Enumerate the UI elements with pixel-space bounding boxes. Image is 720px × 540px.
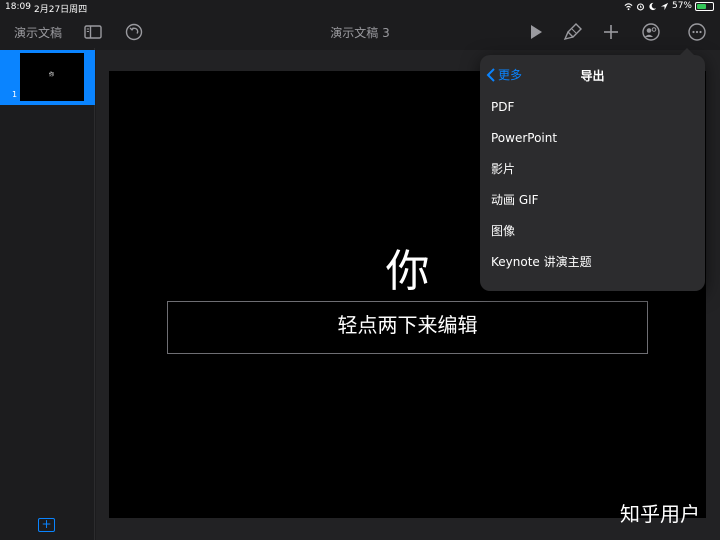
status-icons: 57%	[624, 1, 714, 11]
wifi-icon	[624, 2, 633, 10]
slide-thumbnail[interactable]: 你	[20, 53, 84, 101]
export-powerpoint[interactable]: PowerPoint	[480, 122, 705, 153]
status-time: 18:09	[5, 2, 31, 12]
undo-icon[interactable]	[124, 22, 144, 42]
location-icon	[660, 2, 669, 10]
add-icon[interactable]	[601, 22, 621, 42]
add-slide-button[interactable]: +	[38, 518, 55, 532]
format-brush-icon[interactable]	[563, 22, 583, 42]
alarm-icon	[636, 2, 644, 10]
slide-number: 1	[12, 90, 18, 99]
battery-icon	[695, 1, 714, 11]
battery-percent: 57%	[671, 1, 692, 11]
export-popover: 更多 导出 PDF PowerPoint 影片 动画 GIF 图像 Keynot…	[480, 48, 705, 291]
export-pdf[interactable]: PDF	[480, 91, 705, 122]
toolbar: 演示文稿 演示文稿 3	[0, 14, 720, 50]
export-images[interactable]: 图像	[480, 215, 705, 246]
watermark: 知乎用户	[620, 502, 700, 526]
slide-navigator: 你 1 +	[0, 48, 95, 540]
play-icon[interactable]	[526, 22, 546, 42]
export-keynote-theme[interactable]: Keynote 讲演主题	[480, 246, 705, 277]
collaborate-icon[interactable]	[641, 22, 661, 42]
export-movie[interactable]: 影片	[480, 153, 705, 184]
export-options-list: PDF PowerPoint 影片 动画 GIF 图像 Keynote 讲演主题	[480, 91, 705, 277]
sidebar-toggle-icon[interactable]	[83, 22, 103, 42]
battery-level	[697, 3, 706, 9]
popover-title: 导出	[580, 69, 605, 83]
status-bar: 18:09 2月27日周四 57%	[0, 0, 720, 15]
export-animated-gif[interactable]: 动画 GIF	[480, 184, 705, 215]
more-icon[interactable]	[687, 22, 707, 42]
slide-thumbnail-text: 你	[49, 72, 55, 78]
slide-body-placeholder[interactable]: 轻点两下来编辑	[167, 301, 648, 354]
moon-icon	[649, 2, 657, 10]
slide-thumbnail-selected[interactable]: 你 1	[0, 50, 95, 105]
